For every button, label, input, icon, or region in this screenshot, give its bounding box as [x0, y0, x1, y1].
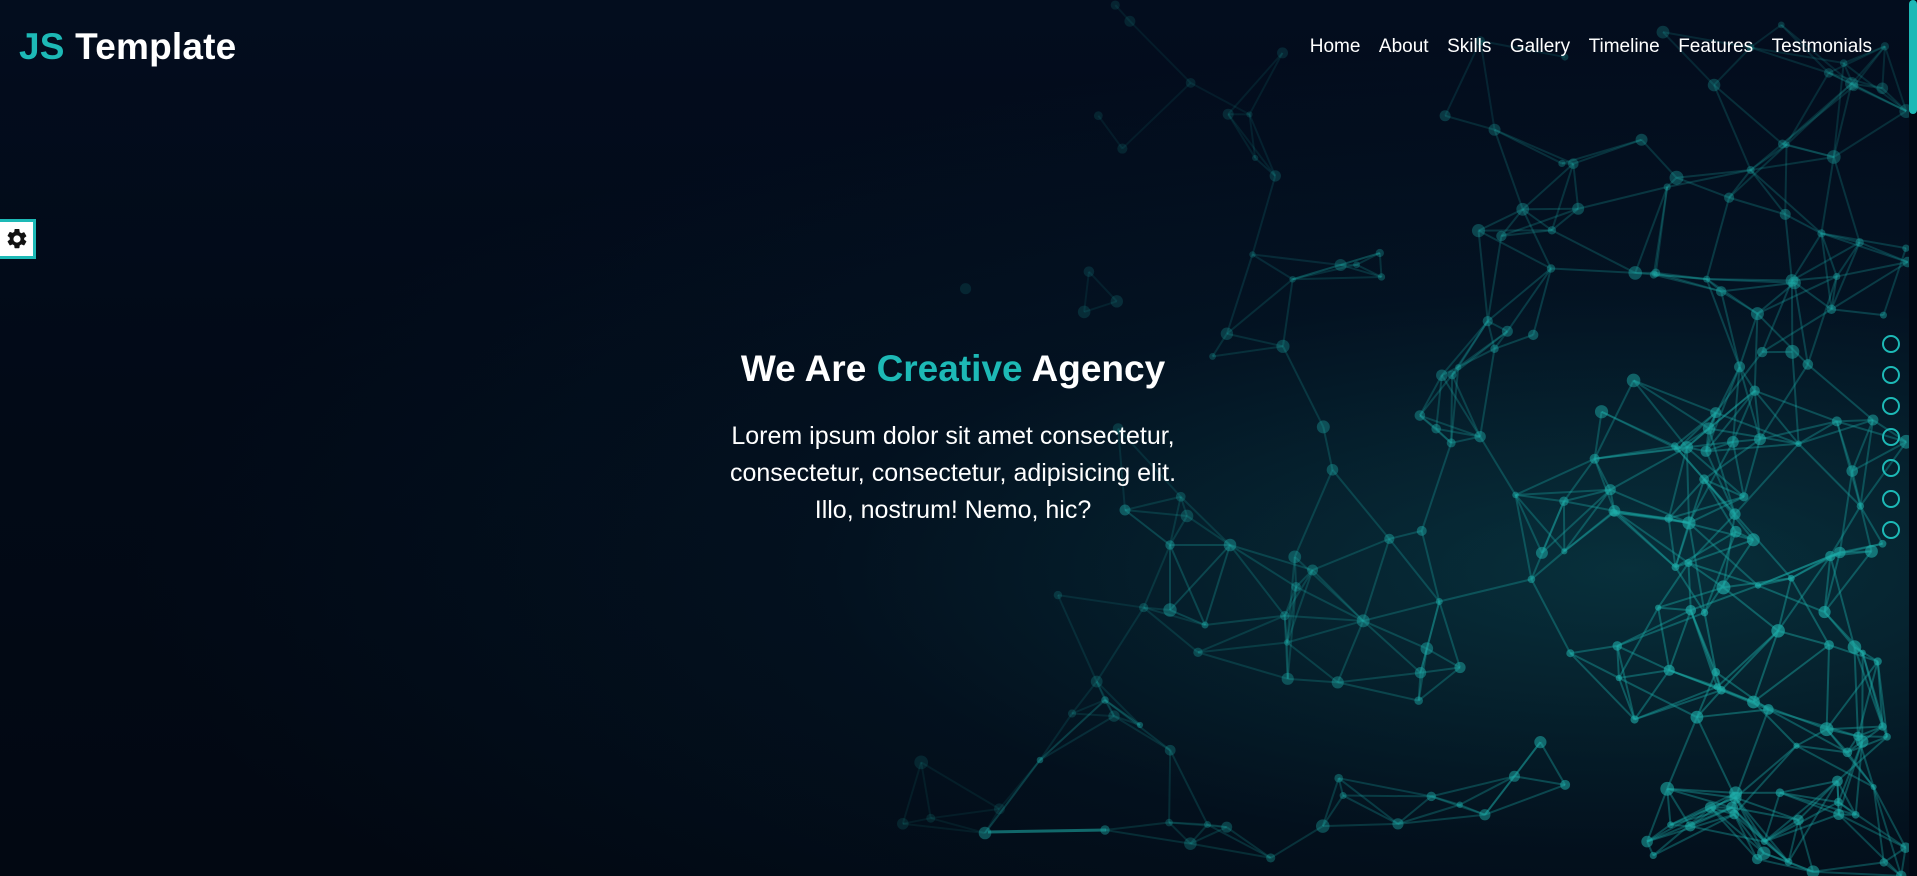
nav-link-about[interactable]: About	[1379, 36, 1429, 58]
settings-toggle-button[interactable]	[0, 219, 36, 259]
logo[interactable]: JS Template	[19, 26, 236, 68]
bullet-testmonials[interactable]	[1882, 521, 1900, 539]
bullet-features[interactable]	[1882, 490, 1900, 508]
page-scrollbar[interactable]	[1909, 0, 1917, 876]
section-bullets	[1882, 335, 1900, 539]
hero-title: We Are Creative Agency	[658, 340, 1248, 398]
nav-link-testmonials[interactable]: Testmonials	[1772, 36, 1872, 58]
gear-icon	[7, 228, 26, 249]
logo-accent: JS	[19, 26, 65, 67]
nav-link-features[interactable]: Features	[1678, 36, 1753, 58]
nav-link-gallery[interactable]: Gallery	[1510, 36, 1570, 58]
bullet-skills[interactable]	[1882, 397, 1900, 415]
bullet-gallery[interactable]	[1882, 428, 1900, 446]
header: JS Template Home About Skills Gallery Ti…	[0, 0, 1917, 96]
main-nav: Home About Skills Gallery Timeline Featu…	[1291, 36, 1872, 58]
hero-title-accent: Creative	[876, 348, 1023, 389]
bullet-timeline[interactable]	[1882, 459, 1900, 477]
bullet-home[interactable]	[1882, 335, 1900, 353]
hero-description: Lorem ipsum dolor sit amet consectetur, …	[729, 422, 1177, 524]
nav-link-timeline[interactable]: Timeline	[1589, 36, 1660, 58]
scrollbar-thumb[interactable]	[1909, 0, 1917, 114]
logo-text: Template	[75, 26, 237, 67]
page: JS Template Home About Skills Gallery Ti…	[0, 0, 1917, 876]
hero-title-before: We Are	[740, 348, 877, 389]
hero: We Are Creative Agency Lorem ipsum dolor…	[658, 340, 1248, 529]
nav-link-home[interactable]: Home	[1310, 36, 1361, 58]
nav-link-skills[interactable]: Skills	[1447, 36, 1491, 58]
bullet-about[interactable]	[1882, 366, 1900, 384]
hero-title-after: Agency	[1022, 348, 1166, 389]
